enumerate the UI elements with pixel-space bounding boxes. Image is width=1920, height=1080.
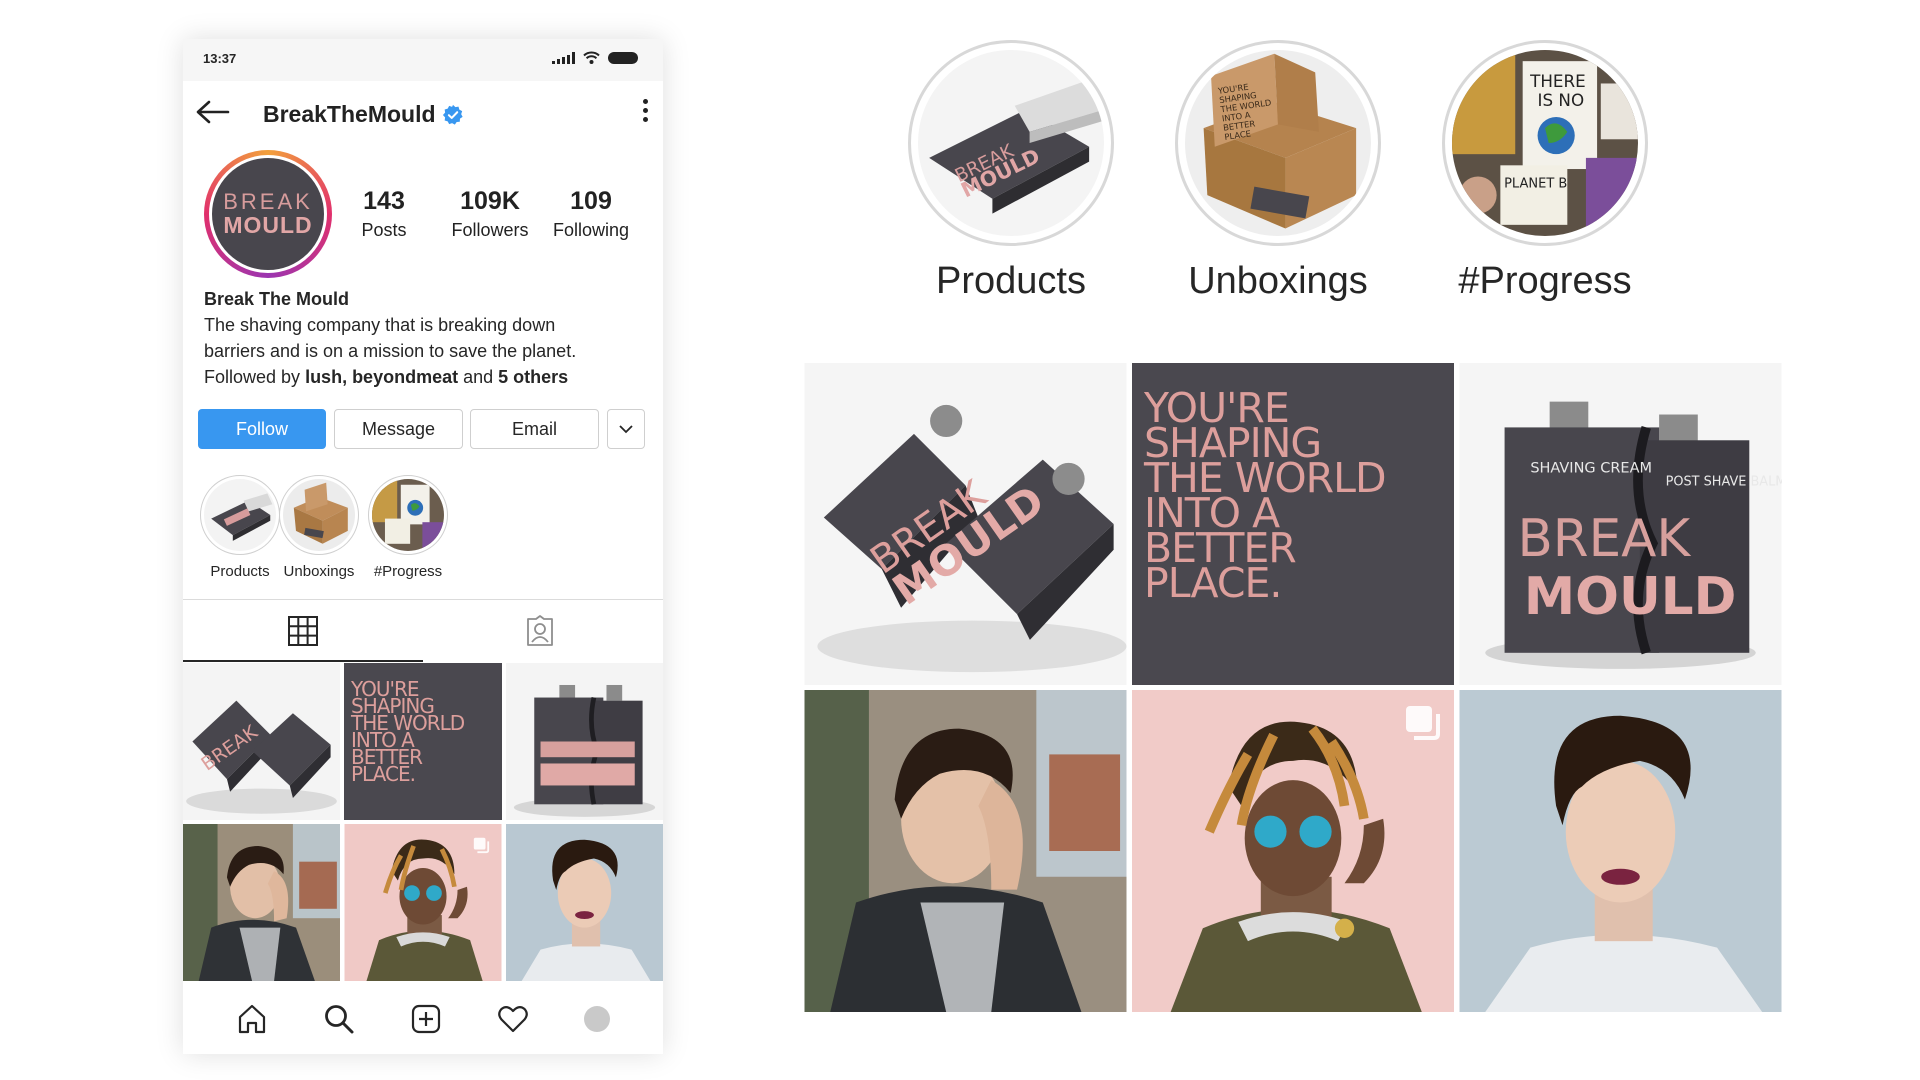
profile-avatar[interactable]: BREAK MOULD — [204, 150, 332, 278]
large-post-3-brand-bottom: MOULD — [1524, 567, 1736, 627]
post-quote-line-6: PLACE. — [351, 762, 416, 786]
post-thumbnail[interactable] — [506, 824, 663, 981]
box-label-right: POST SHAVE BALM — [1666, 474, 1782, 489]
highlight-progress-label: #Progress — [373, 563, 443, 580]
profile-header: BreakTheMould — [183, 81, 663, 147]
email-button[interactable]: Email — [470, 409, 599, 449]
large-post[interactable]: BREAK MOULD — [804, 363, 1127, 685]
home-icon[interactable] — [236, 1003, 268, 1035]
profile-username: BreakTheMould — [263, 101, 436, 127]
battery-icon — [608, 52, 638, 64]
large-highlight-unboxings-label: Unboxings — [1188, 260, 1368, 302]
highlight-products[interactable]: Products — [198, 475, 282, 580]
stat-followers-label: Followers — [451, 220, 529, 240]
highlight-progress-thumb — [372, 479, 444, 551]
new-post-icon[interactable] — [410, 1003, 442, 1035]
bio-line-1: The shaving company that is breaking dow… — [204, 315, 556, 335]
sign-line-2: IS NO — [1538, 90, 1585, 110]
large-post-grid: BREAK MOULD YOU'RE SHAPING THE WORLD INTO… — [804, 363, 1783, 1012]
followed-by-and: and — [458, 367, 499, 387]
post-thumbnail[interactable] — [506, 663, 663, 820]
large-highlight-progress[interactable]: THERE IS NO PLANET B #Progress — [1440, 40, 1650, 303]
chevron-down-icon — [619, 424, 633, 433]
active-tab-indicator — [183, 660, 423, 662]
username-group: BreakTheMould — [263, 101, 464, 128]
status-icons — [552, 51, 638, 64]
avatar-logo: BREAK MOULD — [209, 155, 327, 273]
profile-tab-avatar[interactable] — [584, 1006, 611, 1032]
status-bar: 13:37 — [183, 39, 663, 81]
logo-text-top: BREAK — [223, 189, 313, 214]
profile-bio: Break The Mould The shaving company that… — [204, 286, 644, 390]
message-button[interactable]: Message — [334, 409, 463, 449]
stat-following-value: 109 — [570, 187, 612, 215]
large-highlight-products[interactable]: BREAK MOULD Products — [906, 40, 1116, 303]
heart-icon[interactable] — [497, 1003, 529, 1035]
large-post[interactable] — [1459, 690, 1782, 1012]
follow-button[interactable]: Follow — [198, 409, 326, 449]
highlight-products-thumb — [204, 479, 276, 551]
box-label-left: SHAVING CREAM — [1530, 460, 1652, 476]
verified-badge-icon — [442, 104, 463, 125]
wifi-icon — [583, 51, 600, 64]
signal-icon — [552, 52, 575, 64]
large-highlight-products-label: Products — [936, 260, 1086, 302]
stat-posts-label: Posts — [361, 220, 407, 240]
tabs-divider — [183, 599, 663, 600]
stat-posts[interactable]: 143 Posts — [332, 187, 436, 241]
phone-mockup: 13:37 BreakTheMould BREAK MOULD 143 Post… — [183, 39, 663, 1054]
status-time: 13:37 — [203, 51, 237, 66]
search-icon[interactable] — [323, 1003, 355, 1035]
highlight-unboxings-label: Unboxings — [283, 563, 355, 580]
followed-by-users[interactable]: lush, beyondmeat — [305, 367, 458, 387]
highlight-progress[interactable]: #Progress — [366, 475, 450, 580]
highlight-unboxings-thumb — [283, 479, 355, 551]
large-highlight-unboxings[interactable]: YOU'RESHAPINGTHE WORLDINTO ABETTERPLACE … — [1173, 40, 1383, 303]
post-grid: BREAK YOU'RE SHAPING THE WORLD INTO A BE… — [183, 663, 663, 981]
stat-following-label: Following — [552, 220, 630, 240]
multiple-images-icon — [473, 837, 490, 854]
back-arrow-icon[interactable] — [195, 99, 231, 125]
stat-followers-value: 109K — [460, 187, 520, 215]
large-post[interactable] — [804, 690, 1127, 1012]
bottom-navigation — [183, 984, 663, 1054]
post-thumbnail[interactable] — [344, 824, 502, 981]
stat-posts-value: 143 — [363, 187, 405, 215]
large-highlight-products-thumb: BREAK MOULD — [918, 50, 1104, 236]
stat-followers[interactable]: 109K Followers — [435, 187, 545, 241]
highlight-unboxings[interactable]: Unboxings — [277, 475, 361, 580]
post-thumbnail[interactable]: BREAK — [183, 663, 340, 820]
large-highlight-progress-label: #Progress — [1458, 260, 1632, 302]
followed-by-prefix: Followed by — [204, 367, 306, 387]
suggested-dropdown-button[interactable] — [607, 409, 645, 449]
post-thumbnail[interactable]: YOU'RE SHAPING THE WORLD INTO A BETTER P… — [344, 663, 502, 820]
bio-name: Break The Mould — [204, 289, 350, 309]
large-post-3-brand-top: BREAK — [1517, 509, 1691, 569]
multiple-images-icon — [1406, 706, 1440, 740]
large-post[interactable]: SHAVING CREAM POST SHAVE BALM BREAK MOULD — [1459, 363, 1782, 685]
sign-line-3: PLANET B — [1504, 177, 1567, 192]
stat-following[interactable]: 109 Following — [539, 187, 643, 241]
tagged-photos-icon[interactable] — [524, 615, 556, 647]
large-highlight-unboxings-thumb: YOU'RESHAPINGTHE WORLDINTO ABETTERPLACE — [1185, 50, 1371, 236]
sign-line-1: THERE — [1529, 71, 1586, 91]
post-thumbnail[interactable] — [183, 824, 340, 981]
large-post[interactable] — [1132, 690, 1454, 1012]
bio-line-2: barriers and is on a mission to save the… — [204, 341, 577, 361]
followed-by[interactable]: Followed by lush, beyondmeat and 5 other… — [204, 364, 644, 390]
grid-view-icon[interactable] — [287, 615, 319, 647]
large-post[interactable]: YOU'RE SHAPING THE WORLD INTO A BETTER P… — [1132, 363, 1454, 685]
followed-by-others[interactable]: 5 others — [498, 367, 568, 387]
large-highlight-progress-thumb: THERE IS NO PLANET B — [1452, 50, 1638, 236]
highlight-products-label: Products — [210, 563, 270, 580]
logo-text-bottom: MOULD — [223, 212, 313, 238]
more-options-icon[interactable] — [641, 99, 649, 126]
